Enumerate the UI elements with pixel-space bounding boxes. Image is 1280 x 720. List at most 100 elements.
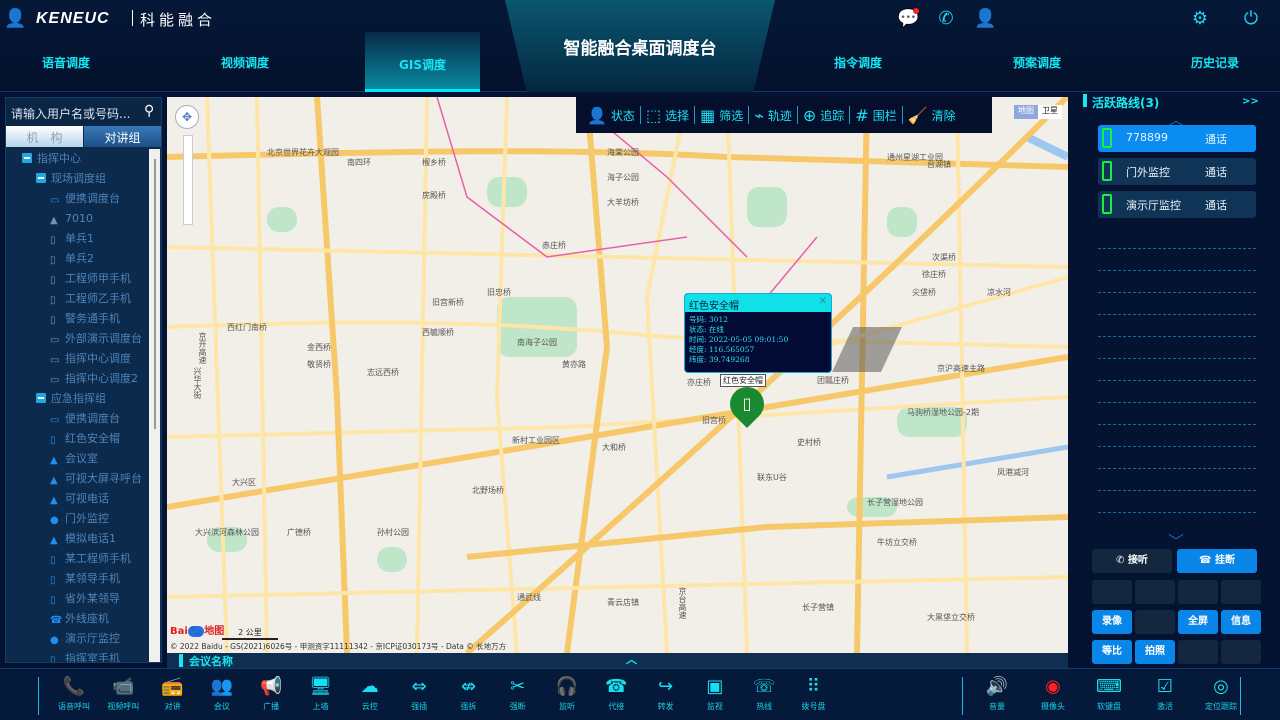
tree-item[interactable]: ▯ 工程师乙手机 — [50, 290, 131, 308]
collapse-icon[interactable] — [36, 173, 46, 183]
map-tool-fence[interactable]: # 围栏 — [850, 106, 903, 125]
nav-video[interactable]: 视频调度 — [221, 54, 269, 71]
user-settings-icon[interactable]: 👤 — [974, 8, 996, 30]
activate-button[interactable]: ☑ 激活 — [1145, 673, 1185, 712]
nav-voice[interactable]: 语音调度 — [42, 54, 90, 71]
grid-button[interactable]: 信息 — [1221, 610, 1261, 634]
force-insert-button[interactable]: ⇔ 强插 — [399, 673, 439, 712]
mobile-icon: ▯ — [50, 595, 56, 606]
tree-item[interactable]: ▯ 指挥室手机 — [50, 650, 120, 662]
tree-item[interactable]: ▯ 某领导手机 — [50, 570, 120, 588]
grid-button[interactable]: 等比 — [1092, 640, 1132, 664]
tab-talkgroup[interactable]: 对讲组 — [84, 126, 161, 147]
phone-icon[interactable]: ✆ — [935, 8, 957, 30]
map-tool-track[interactable]: ⌁ 轨迹 — [749, 106, 798, 125]
search-input[interactable]: 请输入用户名或号码... — [6, 98, 161, 126]
map-tool-target[interactable]: ⊕ 追踪 — [798, 106, 851, 125]
meeting-bar[interactable]: 会议名称 ︿ — [167, 653, 1068, 668]
map-tool-user[interactable]: 👤 状态 — [582, 106, 641, 125]
meeting-button[interactable]: 👥 会议 — [202, 673, 242, 712]
tree-item[interactable]: 应急指挥组 — [36, 390, 106, 408]
tree-item[interactable]: ▭ 指挥中心调度 — [50, 350, 131, 368]
scrollbar[interactable] — [149, 149, 160, 662]
active-call-item[interactable]: 演示厅监控 通话 — [1098, 191, 1256, 218]
volume-button[interactable]: 🔊 音量 — [977, 673, 1017, 712]
map-tool-filter[interactable]: ▦ 筛选 — [695, 106, 750, 125]
forward-button[interactable]: ↪ 转发 — [646, 673, 686, 712]
nav-history[interactable]: 历史记录 — [1191, 54, 1239, 71]
answer-button[interactable]: ✆ 接听 — [1092, 549, 1172, 573]
gear-icon[interactable]: ⚙ — [1189, 8, 1211, 30]
active-call-item[interactable]: 门外监控 通话 — [1098, 158, 1256, 185]
headset-button[interactable]: 🎧 监听 — [547, 673, 587, 712]
tree-item[interactable]: ● 演示厅监控 — [50, 630, 120, 648]
power-icon[interactable]: ⏻ — [1240, 8, 1262, 30]
dialpad-button[interactable]: ⠿ 拨号盘 — [794, 673, 834, 712]
voice-call-button[interactable]: 📞 语音呼叫 — [54, 673, 94, 712]
monitor-button[interactable]: ▣ 监视 — [695, 673, 735, 712]
cloud-control-button[interactable]: ☁ 云控 — [350, 673, 390, 712]
tree-item[interactable]: ▭ 便携调度台 — [50, 410, 120, 428]
tree-item[interactable]: ▲ 可视电话 — [50, 490, 109, 508]
screen-wall-button[interactable]: 🖥 上墙 — [301, 673, 341, 712]
tree-item[interactable]: ▯ 某工程师手机 — [50, 550, 131, 568]
hangup-button[interactable]: ☎ 挂断 — [1177, 549, 1257, 573]
pickup-button[interactable]: ☎ 代接 — [596, 673, 636, 712]
nav-command[interactable]: 指令调度 — [834, 54, 882, 71]
tree-item[interactable]: ▲ 可视大屏寻呼台 — [50, 470, 142, 488]
video-call-button[interactable]: 📹 视频呼叫 — [103, 673, 143, 712]
grid-button[interactable]: 拍照 — [1135, 640, 1175, 664]
search-icon[interactable]: ⚲ — [144, 103, 154, 119]
tab-org[interactable]: 机 构 — [6, 126, 83, 147]
nav-plan[interactable]: 预案调度 — [1013, 54, 1061, 71]
collapse-icon[interactable] — [22, 153, 32, 163]
map-place-label: 尖垡桥 — [912, 288, 936, 297]
pan-control[interactable]: ✥ — [175, 105, 199, 129]
locate-button[interactable]: ◎ 定位跟踪 — [1201, 673, 1241, 712]
hotline-button[interactable]: ☏ 热线 — [744, 673, 784, 712]
map-type-satellite[interactable]: 卫星 — [1038, 105, 1062, 119]
tree-item[interactable]: ▯ 省外某领导 — [50, 590, 120, 608]
tree-item[interactable]: ▲ 7010 — [50, 210, 93, 228]
map-tool-label: 状态 — [610, 108, 635, 123]
tree-item[interactable]: ▯ 单兵1 — [50, 230, 94, 248]
tree-item[interactable]: ☎ 外线座机 — [50, 610, 109, 628]
tree-item[interactable]: ▯ 警务通手机 — [50, 310, 120, 328]
force-remove-button[interactable]: ⇎ 强拆 — [448, 673, 488, 712]
tree-item[interactable]: ▲ 会议室 — [50, 450, 98, 468]
tree-item[interactable]: ▭ 外部演示调度台 — [50, 330, 142, 348]
close-icon[interactable]: ✕ — [819, 296, 827, 307]
video-call-icon: 📹 — [112, 676, 135, 697]
tree-item[interactable]: 现场调度组 — [36, 170, 106, 188]
grid-button[interactable]: 录像 — [1092, 610, 1132, 634]
expand-button[interactable]: >> — [1242, 96, 1259, 107]
keyboard-button[interactable]: ⌨ 软键盘 — [1089, 673, 1129, 712]
zoom-slider[interactable] — [183, 135, 193, 225]
active-call-item[interactable]: 778899 通话 — [1098, 125, 1256, 152]
tree-item[interactable]: ▯ 红色安全帽 — [50, 430, 120, 448]
user-icon[interactable]: 👤 — [4, 8, 26, 29]
camera-button[interactable]: ◉ 摄像头 — [1033, 673, 1073, 712]
walkie-talkie-button[interactable]: 📻 对讲 — [153, 673, 193, 712]
tree-item[interactable]: ● 门外监控 — [50, 510, 109, 528]
map[interactable]: 南四环 北京世界花卉大观园 榴乡桥 庑殿桥 海棠公园 大羊坊桥 赤庄桥 旧忠桥 旧宫新桥 西红门南… — [167, 97, 1068, 653]
tree-item[interactable]: 指挥中心 — [22, 150, 81, 168]
map-type-switch[interactable]: 地图 卫星 — [1014, 105, 1062, 119]
collapse-icon[interactable] — [36, 393, 46, 403]
tree-item[interactable]: ▲ 模拟电话1 — [50, 530, 116, 548]
map-tool-select[interactable]: ⬚ 选择 — [641, 106, 696, 125]
map-place-label: 京沪高速主路 — [937, 364, 985, 373]
chevron-up-icon[interactable]: ︿ — [626, 651, 637, 667]
tree-item[interactable]: ▯ 工程师甲手机 — [50, 270, 131, 288]
nav-gis[interactable]: GIS调度 — [365, 32, 480, 92]
chat-icon[interactable]: 💬 — [897, 8, 919, 30]
map-tool-broom[interactable]: 🧹 清除 — [903, 106, 961, 125]
tree-item[interactable]: ▭ 便携调度台 — [50, 190, 120, 208]
tree-item[interactable]: ▯ 单兵2 — [50, 250, 94, 268]
grid-button[interactable]: 全屏 — [1178, 610, 1218, 634]
force-break-button[interactable]: ✂ 强断 — [498, 673, 538, 712]
map-type-map[interactable]: 地图 — [1014, 105, 1038, 119]
broadcast-button[interactable]: 📢 广播 — [251, 673, 291, 712]
device-marker[interactable]: ▯ — [722, 379, 772, 429]
tree-item[interactable]: ▭ 指挥中心调度2 — [50, 370, 138, 388]
